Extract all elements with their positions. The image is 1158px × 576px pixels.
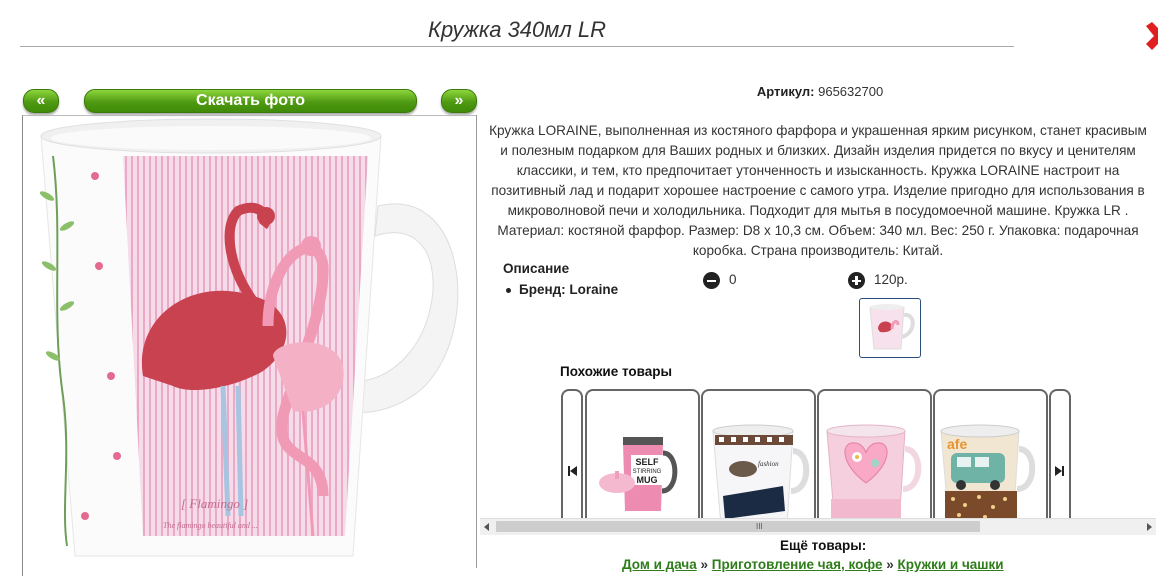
brand-item: Бренд: Loraine xyxy=(506,282,618,297)
crumb-home-garden[interactable]: Дом и дача xyxy=(622,557,697,572)
next-photo-button[interactable]: » xyxy=(441,89,477,113)
product-photo: [ Flamingo ] The flamingo beautiful and … xyxy=(22,115,477,576)
svg-text:The flamingo beautiful and ...: The flamingo beautiful and ... xyxy=(163,521,258,530)
crumb-tea-coffee[interactable]: Приготовление чая, кофе xyxy=(712,557,883,572)
photo-thumbnail[interactable] xyxy=(859,298,921,358)
skip-forward-icon xyxy=(1055,466,1064,476)
product-description: Кружка LORAINE, выполненная из костяного… xyxy=(489,123,1147,258)
minus-icon[interactable] xyxy=(703,272,720,289)
similar-item-fashion-mug[interactable]: fashion xyxy=(701,389,816,533)
svg-text:[ Flamingo ]: [ Flamingo ] xyxy=(181,496,248,511)
similar-products-heading: Похожие товары xyxy=(560,364,673,379)
title-divider xyxy=(20,46,1014,47)
svg-text:afe: afe xyxy=(947,436,967,452)
sku-label: Артикул: xyxy=(756,84,815,99)
plus-icon[interactable] xyxy=(848,272,865,289)
page-title: Кружка 340мл LR xyxy=(427,17,607,42)
close-icon[interactable] xyxy=(1142,20,1158,54)
carousel-scrollbar[interactable]: III xyxy=(480,518,1156,535)
brand-label: Бренд: Loraine xyxy=(519,282,619,297)
similar-item-cafe-car-mug[interactable]: afe xyxy=(933,389,1048,533)
similar-item-self-stirring-mug[interactable]: SELF STIRRING MUG xyxy=(585,389,700,533)
download-photo-button[interactable]: Скачать фото xyxy=(84,89,417,113)
scroll-left-icon[interactable] xyxy=(484,523,489,531)
description-heading: Описание xyxy=(503,261,570,276)
crumb-separator: » xyxy=(700,557,709,572)
column-divider xyxy=(476,115,477,568)
sku-line: Артикул: 965632700 xyxy=(490,84,1150,99)
prev-photo-button[interactable]: « xyxy=(23,89,59,113)
svg-text:MUG: MUG xyxy=(637,475,658,485)
price-value: 120р. xyxy=(874,272,908,287)
category-breadcrumb: Дом и дача » Приготовление чая, кофе » К… xyxy=(622,557,1004,572)
crumb-mugs-cups[interactable]: Кружки и чашки xyxy=(898,557,1004,572)
minus-value: 0 xyxy=(729,272,737,287)
skip-back-icon xyxy=(568,466,577,476)
carousel-prev-button[interactable] xyxy=(561,389,583,533)
bullet-icon xyxy=(506,287,511,293)
scroll-right-icon[interactable] xyxy=(1147,523,1152,531)
more-products-heading: Ещё товары: xyxy=(780,538,867,553)
svg-text:fashion: fashion xyxy=(758,460,779,468)
similar-item-heart-mug[interactable] xyxy=(817,389,932,533)
scrollbar-thumb[interactable]: III xyxy=(496,521,980,532)
svg-text:SELF: SELF xyxy=(635,457,659,467)
carousel-next-button[interactable] xyxy=(1049,389,1071,533)
crumb-separator: » xyxy=(886,557,894,572)
sku-value: 965632700 xyxy=(818,84,884,99)
